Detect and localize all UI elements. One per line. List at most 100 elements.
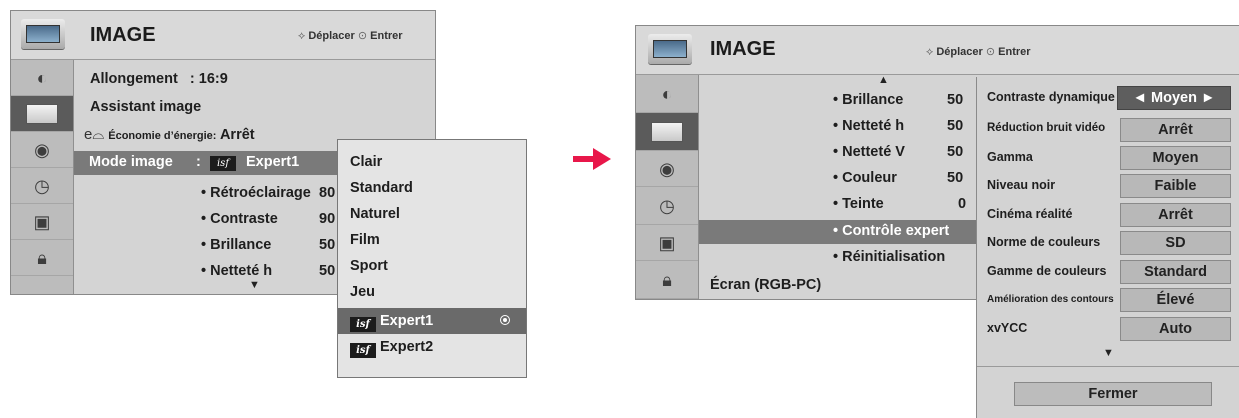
list-item-value: 50 bbox=[947, 170, 964, 186]
screen-rgb-pc-item[interactable]: Écran (RGB-PC) bbox=[710, 277, 821, 293]
satellite-dish-icon: ◐ bbox=[36, 67, 48, 88]
ok-button-icon: ⊙ bbox=[985, 46, 996, 58]
option-icon: ▣ bbox=[658, 232, 676, 253]
list-item[interactable]: • Brillance bbox=[201, 237, 271, 253]
move-arrows-icon: ⟡ bbox=[926, 46, 934, 58]
sidebar-item-picture[interactable] bbox=[11, 96, 73, 132]
list-item[interactable]: • Contraste bbox=[201, 211, 278, 227]
picture-wizard-row[interactable]: Assistant image bbox=[90, 99, 201, 115]
sidebar-item-time[interactable]: ◷ bbox=[636, 187, 698, 225]
selected-radio-icon bbox=[500, 315, 510, 325]
sidebar-item-setup[interactable]: ◐ bbox=[11, 60, 73, 96]
sidebar-item-picture[interactable] bbox=[636, 113, 698, 151]
list-item-value: 50 bbox=[319, 263, 336, 279]
speaker-icon: ◉ bbox=[34, 139, 50, 160]
arrow-left-icon[interactable]: ◄ bbox=[1133, 90, 1147, 106]
sidebar-item-lock[interactable]: 🔒︎ bbox=[11, 240, 73, 276]
sidebar-item-audio[interactable]: ◉ bbox=[636, 151, 698, 187]
move-arrows-icon: ⟡ bbox=[298, 30, 306, 42]
picture-mode-dropdown: Clair Standard Naturel Film Sport Jeu is… bbox=[337, 139, 527, 378]
tv-icon bbox=[26, 103, 58, 124]
setting-value[interactable]: Élevé bbox=[1120, 288, 1231, 312]
list-item[interactable]: • Netteté h bbox=[201, 263, 272, 279]
list-item-value: 50 bbox=[947, 144, 964, 160]
list-item-value: 50 bbox=[947, 92, 964, 108]
energy-saving-row[interactable]: e⌓ Économie d’énergie: Arrêt bbox=[84, 126, 255, 143]
arrow-right-icon[interactable]: ► bbox=[1201, 90, 1215, 106]
clock-icon: ◷ bbox=[659, 195, 675, 216]
list-item[interactable]: • Brillance bbox=[833, 92, 903, 108]
tv-icon bbox=[651, 121, 683, 142]
dropdown-option[interactable]: Film bbox=[338, 227, 526, 253]
list-item-value: 0 bbox=[958, 196, 967, 212]
divider bbox=[977, 366, 1239, 367]
picture-mode-value: Expert1 bbox=[246, 154, 300, 170]
list-item[interactable]: • Rétroéclairage bbox=[201, 185, 311, 201]
sidebar-item-audio[interactable]: ◉ bbox=[11, 132, 73, 168]
picture-menu-icon bbox=[21, 19, 65, 49]
list-item[interactable]: • Couleur bbox=[833, 170, 897, 186]
setting-value[interactable]: Auto bbox=[1120, 317, 1231, 341]
list-item[interactable]: • Réinitialisation bbox=[833, 249, 945, 265]
speaker-icon: ◉ bbox=[659, 158, 675, 179]
navigation-hint: ⟡ Déplacer ⊙ Entrer bbox=[298, 30, 403, 42]
dropdown-option[interactable]: Clair bbox=[338, 149, 526, 175]
setting-value[interactable]: Moyen bbox=[1120, 146, 1231, 170]
picture-mode-label: Mode image bbox=[89, 154, 173, 170]
scroll-down-icon[interactable]: ▼ bbox=[1103, 347, 1114, 359]
setting-label: Gamma bbox=[987, 150, 1033, 164]
expert-control-row[interactable]: • Contrôle expert bbox=[699, 220, 976, 244]
dropdown-option[interactable]: Naturel bbox=[338, 201, 526, 227]
close-button[interactable]: Fermer bbox=[1014, 382, 1212, 406]
navigation-hint: ⟡ Déplacer ⊙ Entrer bbox=[926, 46, 1031, 58]
aspect-ratio-row[interactable]: Allongement : 16:9 bbox=[90, 71, 228, 87]
dropdown-option[interactable]: Jeu bbox=[338, 279, 526, 305]
isf-logo-icon: isf bbox=[350, 317, 376, 332]
list-item-value: 90 bbox=[319, 211, 336, 227]
list-item[interactable]: • Netteté h bbox=[833, 118, 904, 134]
clock-icon: ◷ bbox=[34, 175, 50, 196]
setting-label: Niveau noir bbox=[987, 178, 1056, 192]
expert-control-panel: Contraste dynamique ◄ Moyen ► Réduction … bbox=[976, 77, 1239, 418]
dropdown-option[interactable]: isf Expert2 bbox=[338, 334, 526, 360]
picture-mode-row[interactable]: Mode image : isf Expert1 bbox=[74, 151, 350, 175]
transition-arrow-icon bbox=[573, 148, 611, 170]
category-sidebar: ◐ ◉ ◷ ▣ 🔒︎ bbox=[11, 60, 74, 294]
isf-logo-icon: isf bbox=[210, 156, 236, 171]
category-sidebar: ◐ ◉ ◷ ▣ 🔒︎ bbox=[636, 75, 699, 299]
setting-value[interactable]: Arrêt bbox=[1120, 203, 1231, 227]
option-icon: ▣ bbox=[33, 211, 51, 232]
list-item[interactable]: • Teinte bbox=[833, 196, 884, 212]
dropdown-option[interactable]: Sport bbox=[338, 253, 526, 279]
list-item-value: 50 bbox=[319, 237, 336, 253]
sidebar-item-option[interactable]: ▣ bbox=[11, 204, 73, 240]
dropdown-option-selected[interactable]: isf Expert1 bbox=[338, 308, 526, 334]
satellite-dish-icon: ◐ bbox=[661, 83, 673, 104]
setting-label: Amélioration des contours bbox=[987, 294, 1114, 305]
menu-title: IMAGE bbox=[710, 38, 776, 60]
menu-header: IMAGE ⟡ Déplacer ⊙ Entrer bbox=[636, 26, 1239, 75]
eco-leaf-icon: e⌓ bbox=[84, 126, 105, 143]
list-item[interactable]: • Netteté V bbox=[833, 144, 905, 160]
scroll-up-icon[interactable]: ▲ bbox=[878, 74, 889, 86]
list-item-value: 80 bbox=[319, 185, 336, 201]
setting-value[interactable]: Arrêt bbox=[1120, 118, 1231, 142]
menu-header: IMAGE ⟡ Déplacer ⊙ Entrer bbox=[11, 11, 435, 60]
sidebar-item-option[interactable]: ▣ bbox=[636, 225, 698, 261]
setting-label: Contraste dynamique bbox=[987, 90, 1115, 104]
setting-value[interactable]: Faible bbox=[1120, 174, 1231, 198]
dynamic-contrast-selector[interactable]: ◄ Moyen ► bbox=[1117, 86, 1231, 110]
isf-logo-icon: isf bbox=[350, 343, 376, 358]
sidebar-item-lock[interactable]: 🔒︎ bbox=[636, 261, 698, 299]
menu-title: IMAGE bbox=[90, 24, 156, 46]
list-item-value: 50 bbox=[947, 118, 964, 134]
setting-label: Norme de couleurs bbox=[987, 235, 1101, 249]
dropdown-option[interactable]: Standard bbox=[338, 175, 526, 201]
setting-value[interactable]: Standard bbox=[1120, 260, 1231, 284]
lock-icon: 🔒︎ bbox=[37, 247, 47, 268]
sidebar-item-setup[interactable]: ◐ bbox=[636, 75, 698, 113]
scroll-down-icon[interactable]: ▼ bbox=[249, 279, 260, 291]
setting-label: Gamme de couleurs bbox=[987, 264, 1107, 278]
setting-value[interactable]: SD bbox=[1120, 231, 1231, 255]
sidebar-item-time[interactable]: ◷ bbox=[11, 168, 73, 204]
